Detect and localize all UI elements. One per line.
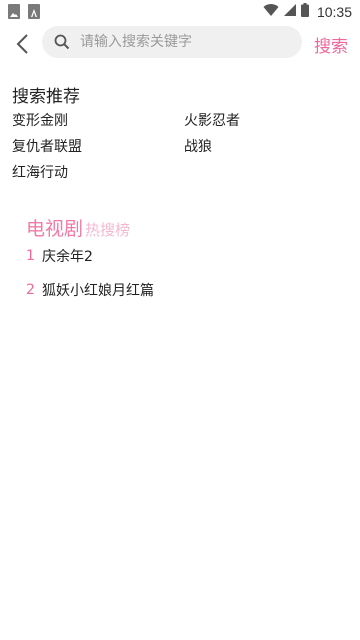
wifi-icon xyxy=(263,2,279,21)
hot-rank: 2 xyxy=(26,282,35,298)
recommendation-item[interactable]: 火影忍者 xyxy=(184,112,352,130)
hot-list-subtitle: 热搜榜 xyxy=(85,221,131,239)
system-icons: 10:35 xyxy=(263,2,352,21)
chevron-left-icon xyxy=(16,34,28,54)
notification-icons xyxy=(8,4,40,19)
back-button[interactable] xyxy=(10,30,34,58)
hot-list-item[interactable]: 1 庆余年2 xyxy=(26,245,326,267)
search-icon xyxy=(54,34,70,50)
cellular-signal-icon xyxy=(283,2,297,21)
search-input[interactable] xyxy=(78,33,292,51)
hot-list-heading: 电视剧 热搜榜 xyxy=(26,214,130,241)
recommendations-list: 变形金刚 火影忍者 复仇者联盟 战狼 红海行动 xyxy=(12,112,352,182)
search-button[interactable]: 搜索 xyxy=(314,32,348,57)
recommendation-item[interactable]: 战狼 xyxy=(184,138,352,156)
battery-icon xyxy=(300,2,309,21)
clock-time: 10:35 xyxy=(316,3,352,20)
recommendations-title: 搜索推荐 xyxy=(12,87,80,107)
hot-list: 1 庆余年2 2 狐妖小红娘月红篇 xyxy=(26,245,326,313)
hot-title: 庆余年2 xyxy=(42,249,93,265)
hot-list-item[interactable]: 2 狐妖小红娘月红篇 xyxy=(26,279,326,301)
recommendation-item[interactable]: 复仇者联盟 xyxy=(12,138,184,156)
hot-title: 狐妖小红娘月红篇 xyxy=(42,283,154,299)
hot-list-category[interactable]: 电视剧 xyxy=(26,214,83,241)
recommendation-item[interactable]: 红海行动 xyxy=(12,164,184,182)
font-icon xyxy=(28,4,40,19)
search-header: 搜索 xyxy=(0,24,360,64)
search-box[interactable] xyxy=(42,26,302,58)
recommendation-item[interactable]: 变形金刚 xyxy=(12,112,184,130)
hot-rank: 1 xyxy=(26,248,35,264)
status-bar: 10:35 xyxy=(0,0,360,24)
image-icon xyxy=(8,4,20,19)
